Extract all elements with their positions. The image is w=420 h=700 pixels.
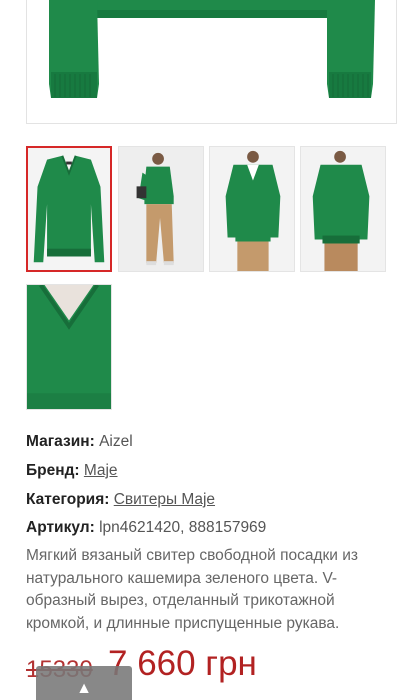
scroll-to-top-button[interactable]: ▲ <box>36 666 132 700</box>
thumb-neckline-detail[interactable] <box>26 284 112 410</box>
thumb-model-side[interactable] <box>118 146 204 272</box>
shop-label: Магазин: <box>26 433 95 450</box>
shop-value: Aizel <box>99 433 133 450</box>
brand-link[interactable]: Maje <box>84 462 118 479</box>
main-product-image[interactable] <box>26 0 397 124</box>
shop-line: Магазин: Aizel <box>26 432 133 452</box>
sku-line: Артикул: lpn4621420, 888157969 <box>26 518 266 538</box>
brand-line: Бренд: Maje <box>26 461 118 481</box>
thumb-model-front[interactable] <box>209 146 295 272</box>
thumb-model-back[interactable] <box>300 146 386 272</box>
category-link[interactable]: Свитеры Maje <box>114 491 215 508</box>
product-description: Мягкий вязаный свитер свободной посадки … <box>26 547 359 632</box>
brand-label: Бренд: <box>26 462 80 479</box>
sku-label: Артикул: <box>26 519 95 536</box>
category-label: Категория: <box>26 491 110 508</box>
arrow-up-icon: ▲ <box>76 680 92 697</box>
sku-value: lpn4621420, 888157969 <box>99 519 267 536</box>
category-line: Категория: Свитеры Maje <box>26 490 215 510</box>
thumb-flat-front[interactable] <box>26 146 112 272</box>
